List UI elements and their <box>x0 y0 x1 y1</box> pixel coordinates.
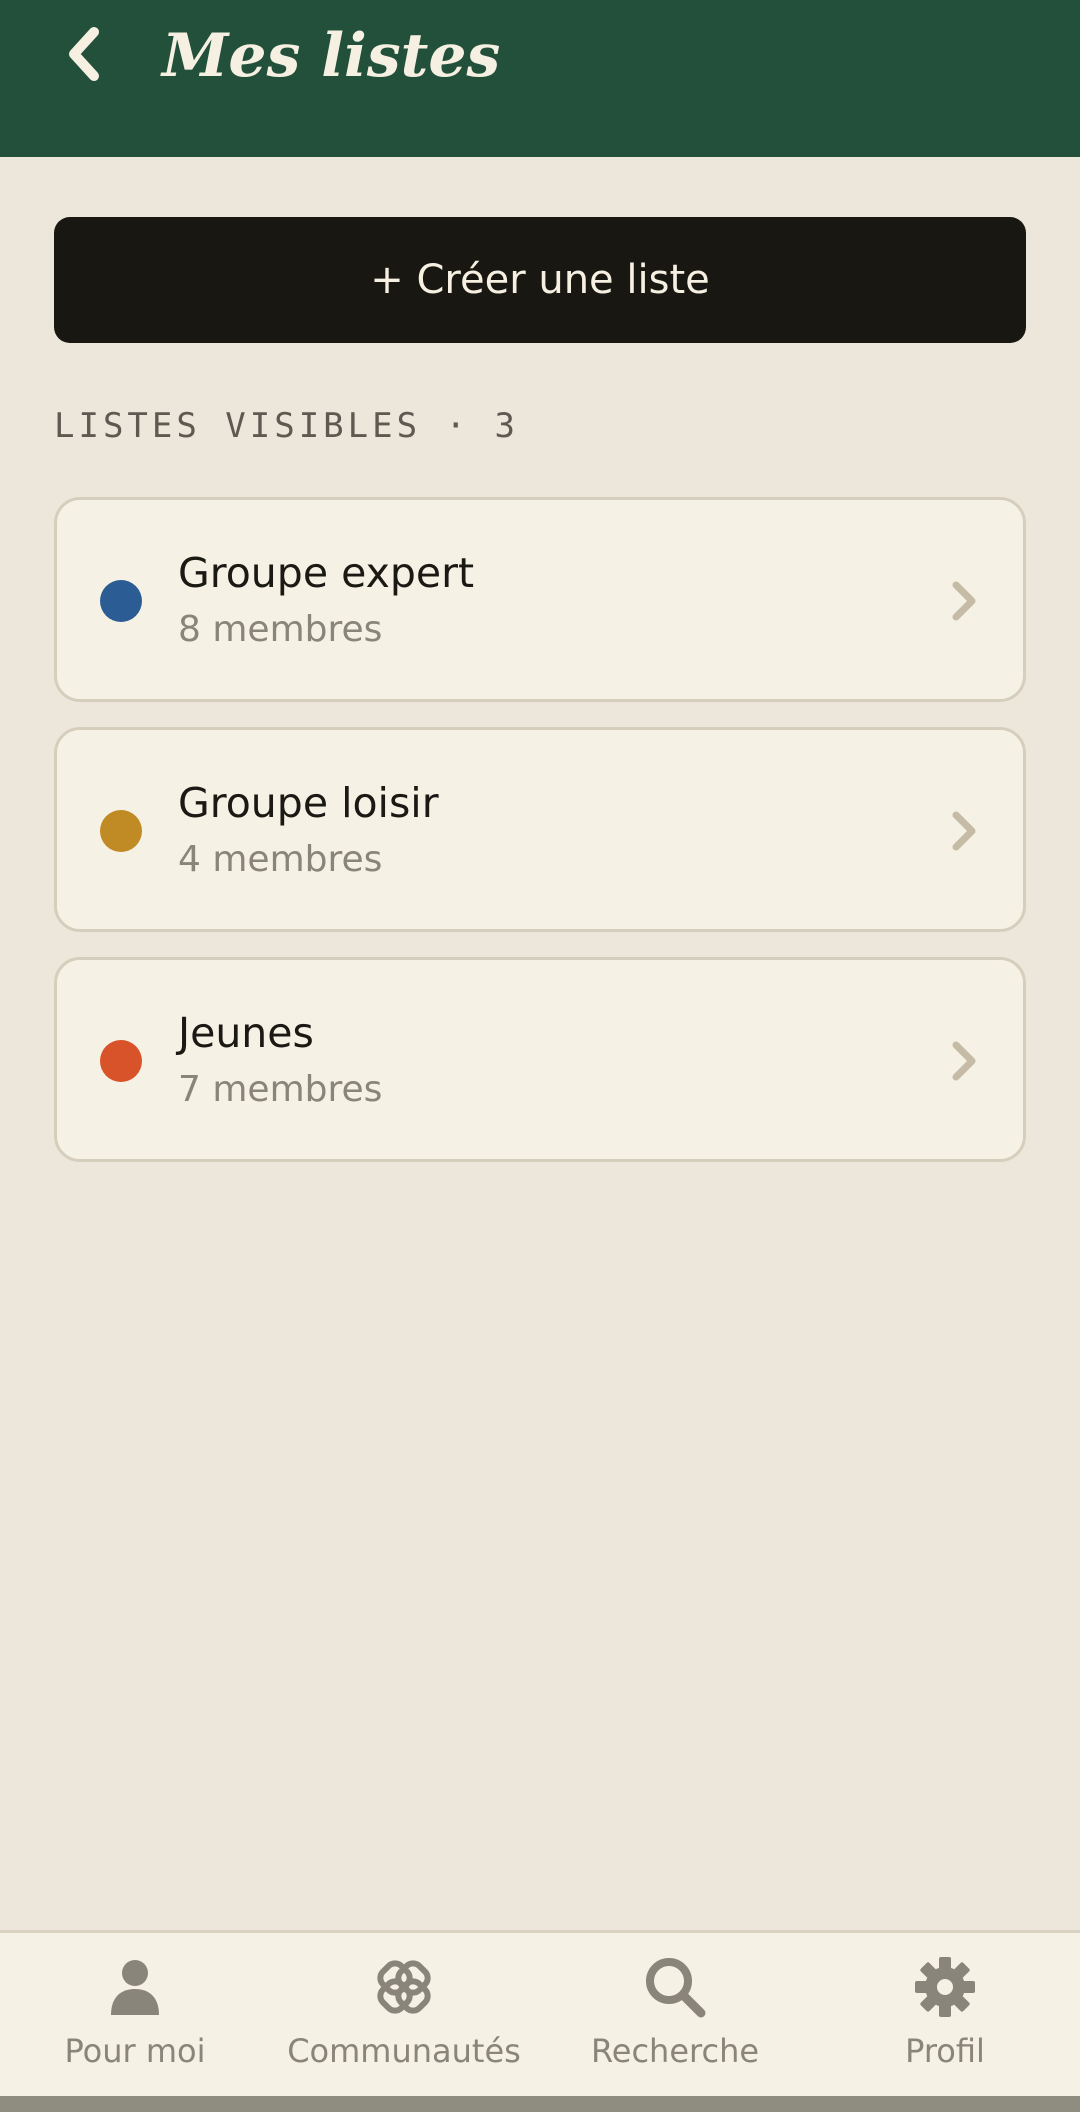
nav-item-profil[interactable]: Profil <box>870 1933 1020 2099</box>
list-name: Groupe loisir <box>178 779 439 827</box>
lists-container: Groupe expert 8 membres Groupe loisir 4 … <box>54 497 1026 1187</box>
page-title: Mes listes <box>162 21 501 91</box>
communities-icon <box>377 1960 431 2014</box>
search-icon <box>646 1958 706 2018</box>
chevron-right-icon <box>952 811 976 851</box>
chevron-right-icon <box>952 1041 976 1081</box>
color-dot <box>100 580 142 622</box>
create-list-button[interactable]: + Créer une liste <box>54 217 1026 343</box>
back-button[interactable] <box>54 22 114 86</box>
app-screen: Mes listes + Créer une liste LISTES VISI… <box>0 0 1080 2112</box>
color-dot <box>100 1040 142 1082</box>
list-card-groupe-loisir[interactable]: Groupe loisir 4 membres <box>54 727 1026 932</box>
list-member-count: 4 membres <box>178 839 383 880</box>
system-home-bar <box>0 2096 1080 2112</box>
chevron-right-icon <box>952 581 976 621</box>
list-card-jeunes[interactable]: Jeunes 7 membres <box>54 957 1026 1162</box>
nav-item-pour-moi[interactable]: Pour moi <box>40 1933 230 2099</box>
bottom-nav: Pour moi Communautés Recherche Profil <box>0 1930 1080 2096</box>
nav-label: Communautés <box>287 2032 521 2070</box>
person-icon <box>111 1960 159 2015</box>
list-card-groupe-expert[interactable]: Groupe expert 8 membres <box>54 497 1026 702</box>
list-name: Groupe expert <box>178 549 475 597</box>
nav-label: Pour moi <box>64 2032 206 2070</box>
chevron-left-icon <box>69 27 99 81</box>
list-member-count: 8 membres <box>178 609 383 650</box>
list-member-count: 7 membres <box>178 1069 383 1110</box>
gear-icon <box>915 1957 975 2017</box>
list-name: Jeunes <box>178 1009 314 1057</box>
color-dot <box>100 810 142 852</box>
nav-item-recherche[interactable]: Recherche <box>570 1933 780 2099</box>
section-label: LISTES VISIBLES · 3 <box>54 406 519 446</box>
app-header: Mes listes <box>0 0 1080 157</box>
nav-label: Recherche <box>590 2032 760 2070</box>
nav-label: Profil <box>905 2032 985 2070</box>
nav-item-communautes[interactable]: Communautés <box>268 1933 540 2099</box>
